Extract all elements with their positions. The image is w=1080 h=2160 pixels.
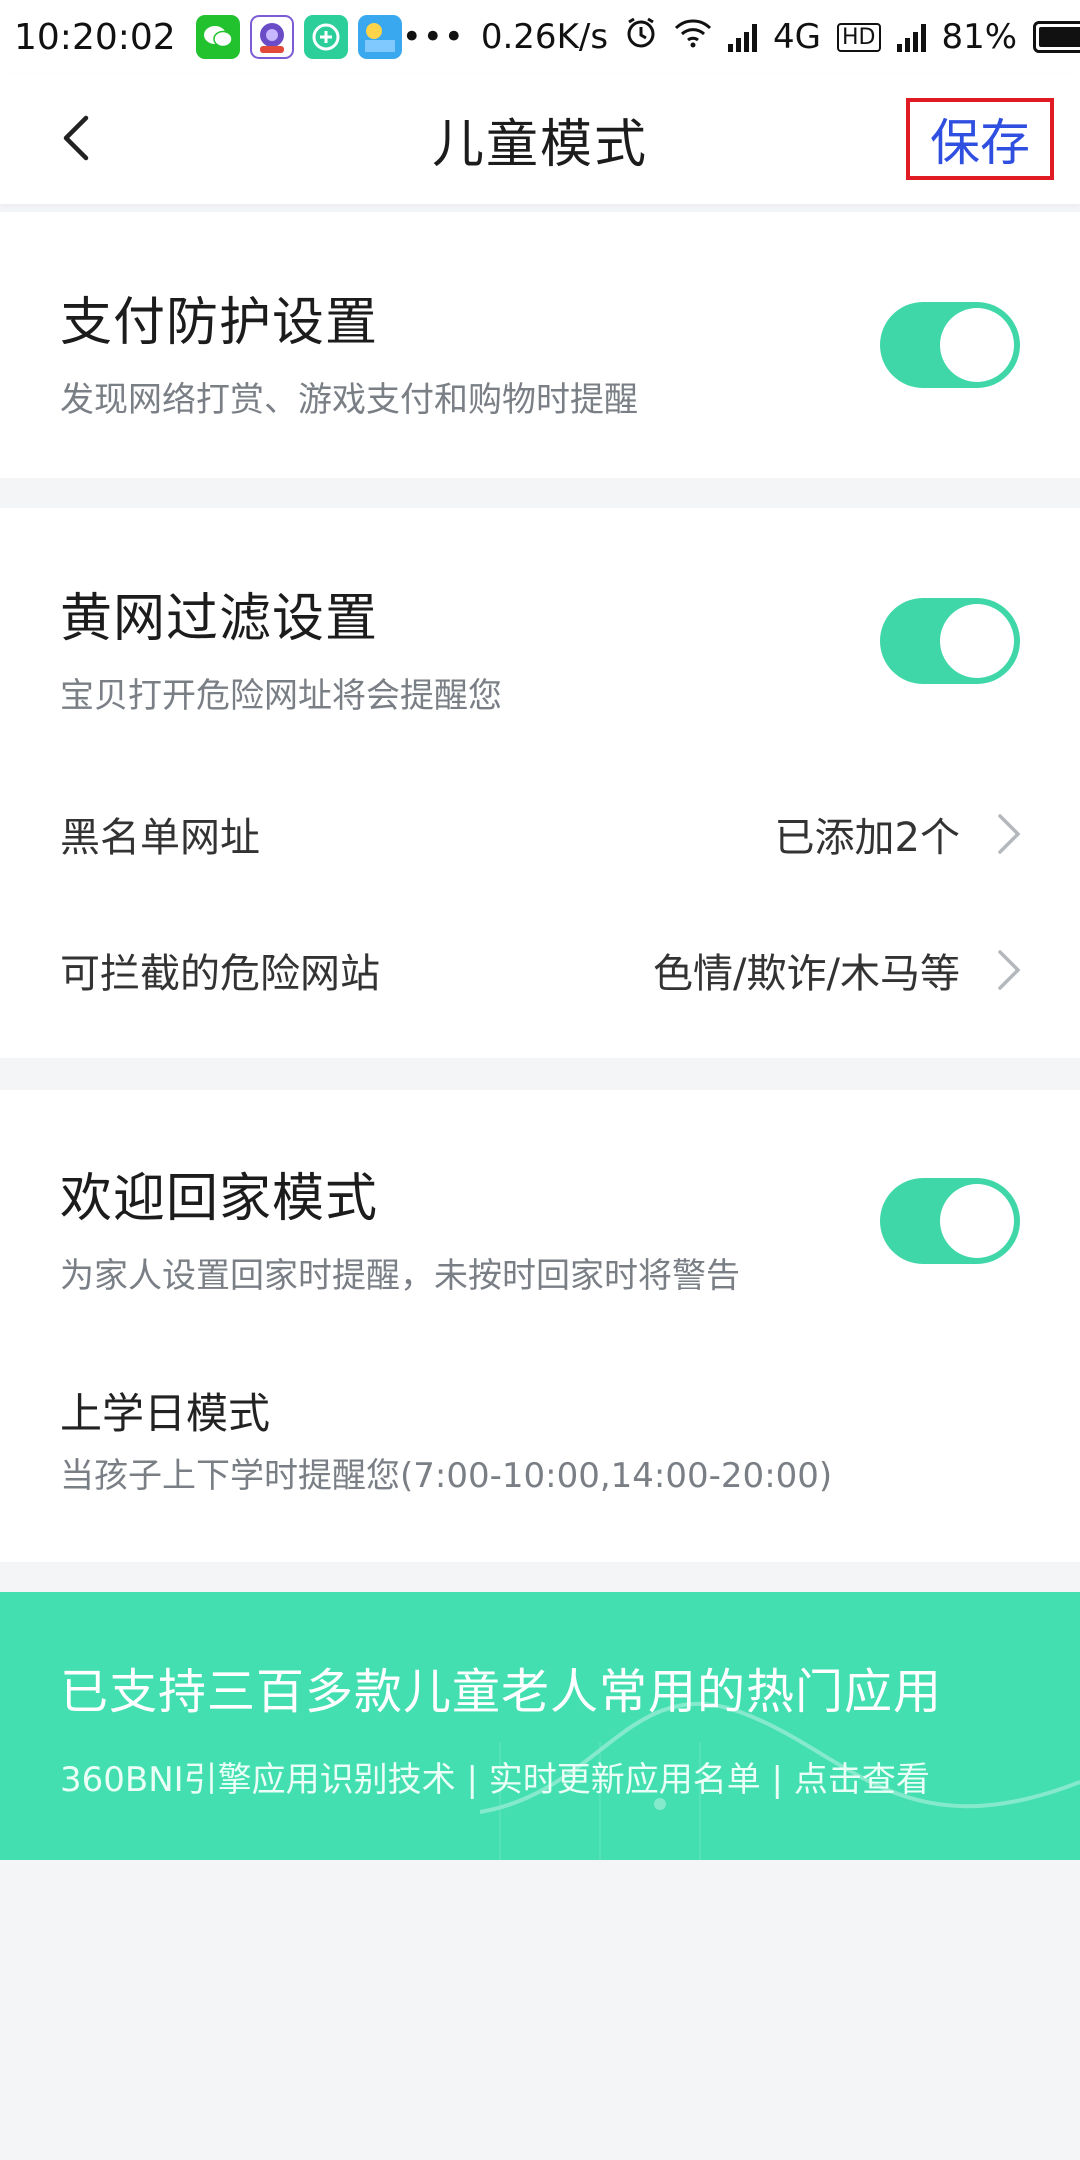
app-icon <box>249 15 294 59</box>
content-filter-card: 黄网过滤设置 宝贝打开危险网址将会提醒您 黑名单网址 已添加2个 可拦截的危险网… <box>0 508 1080 1058</box>
chevron-right-icon <box>998 814 1021 854</box>
welcome-home-title: 欢迎回家模式 <box>60 1169 379 1229</box>
dangerous-sites-row[interactable]: 可拦截的危险网站 色情/欺诈/木马等 <box>0 920 1080 1020</box>
signal-icon <box>728 22 758 52</box>
chevron-right-icon <box>998 950 1021 990</box>
blacklist-row[interactable]: 黑名单网址 已添加2个 <box>0 784 1080 884</box>
nav-bar: 儿童模式 保存 <box>0 74 1080 204</box>
page-title: 儿童模式 <box>431 114 648 175</box>
status-right: ••• 0.26K/s 4G HD 81% <box>402 16 1080 59</box>
battery-percent: 81% <box>941 17 1018 57</box>
school-day-row[interactable]: 上学日模式 当孩子上下学时提醒您(7:00-10:00,14:00-20:00) <box>0 1360 1080 1510</box>
toggle-knob <box>940 308 1014 382</box>
dangerous-sites-label: 可拦截的危险网站 <box>60 951 380 997</box>
blacklist-label: 黑名单网址 <box>60 815 260 861</box>
hd-badge: HD <box>837 22 881 52</box>
status-bar: 10:20:02 ••• 0.26K/s 4G HD 81% <box>0 0 1080 74</box>
content-filter-title: 黄网过滤设置 <box>60 589 379 649</box>
content-filter-toggle[interactable] <box>880 598 1020 684</box>
blacklist-value: 已添加2个 <box>774 815 960 861</box>
battery-icon <box>1033 21 1080 53</box>
toggle-knob <box>940 1184 1014 1258</box>
weather-icon <box>357 15 402 59</box>
payment-protection-title: 支付防护设置 <box>60 293 379 353</box>
payment-protection-toggle[interactable] <box>880 302 1020 388</box>
alarm-icon <box>624 16 658 59</box>
school-day-title: 上学日模式 <box>60 1389 271 1438</box>
wechat-icon <box>195 15 240 59</box>
toggle-knob <box>940 604 1014 678</box>
banner-subtitle: 360BNI引擎应用识别技术 | 实时更新应用名单 | 点击查看 <box>60 1760 930 1800</box>
battery-level <box>1039 27 1080 47</box>
school-day-subtitle: 当孩子上下学时提醒您(7:00-10:00,14:00-20:00) <box>60 1456 833 1496</box>
banner-decoration <box>480 1701 1080 1860</box>
welcome-home-toggle[interactable] <box>880 1178 1020 1264</box>
wifi-icon <box>674 17 712 57</box>
banner-title: 已支持三百多款儿童老人常用的热门应用 <box>60 1664 943 1720</box>
more-dots-icon: ••• <box>401 17 465 57</box>
signal-icon-2 <box>896 22 926 52</box>
plus-app-icon <box>303 15 348 59</box>
status-left: 10:20:02 <box>14 15 402 59</box>
payment-protection-subtitle: 发现网络打赏、游戏支付和购物时提醒 <box>60 380 638 420</box>
save-button[interactable]: 保存 <box>906 98 1054 180</box>
net-speed: 0.26K/s <box>480 17 609 57</box>
back-arrow-icon[interactable] <box>54 114 102 162</box>
network-type: 4G <box>773 17 822 57</box>
apps-support-banner[interactable]: 已支持三百多款儿童老人常用的热门应用 360BNI引擎应用识别技术 | 实时更新… <box>0 1592 1080 1860</box>
dangerous-sites-value: 色情/欺诈/木马等 <box>653 951 960 997</box>
content-filter-subtitle: 宝贝打开危险网址将会提醒您 <box>60 676 502 716</box>
welcome-home-card: 欢迎回家模式 为家人设置回家时提醒，未按时回家时将警告 上学日模式 当孩子上下学… <box>0 1090 1080 1562</box>
welcome-home-subtitle: 为家人设置回家时提醒，未按时回家时将警告 <box>60 1256 740 1296</box>
status-time: 10:20:02 <box>14 16 176 58</box>
payment-protection-card: 支付防护设置 发现网络打赏、游戏支付和购物时提醒 <box>0 212 1080 478</box>
